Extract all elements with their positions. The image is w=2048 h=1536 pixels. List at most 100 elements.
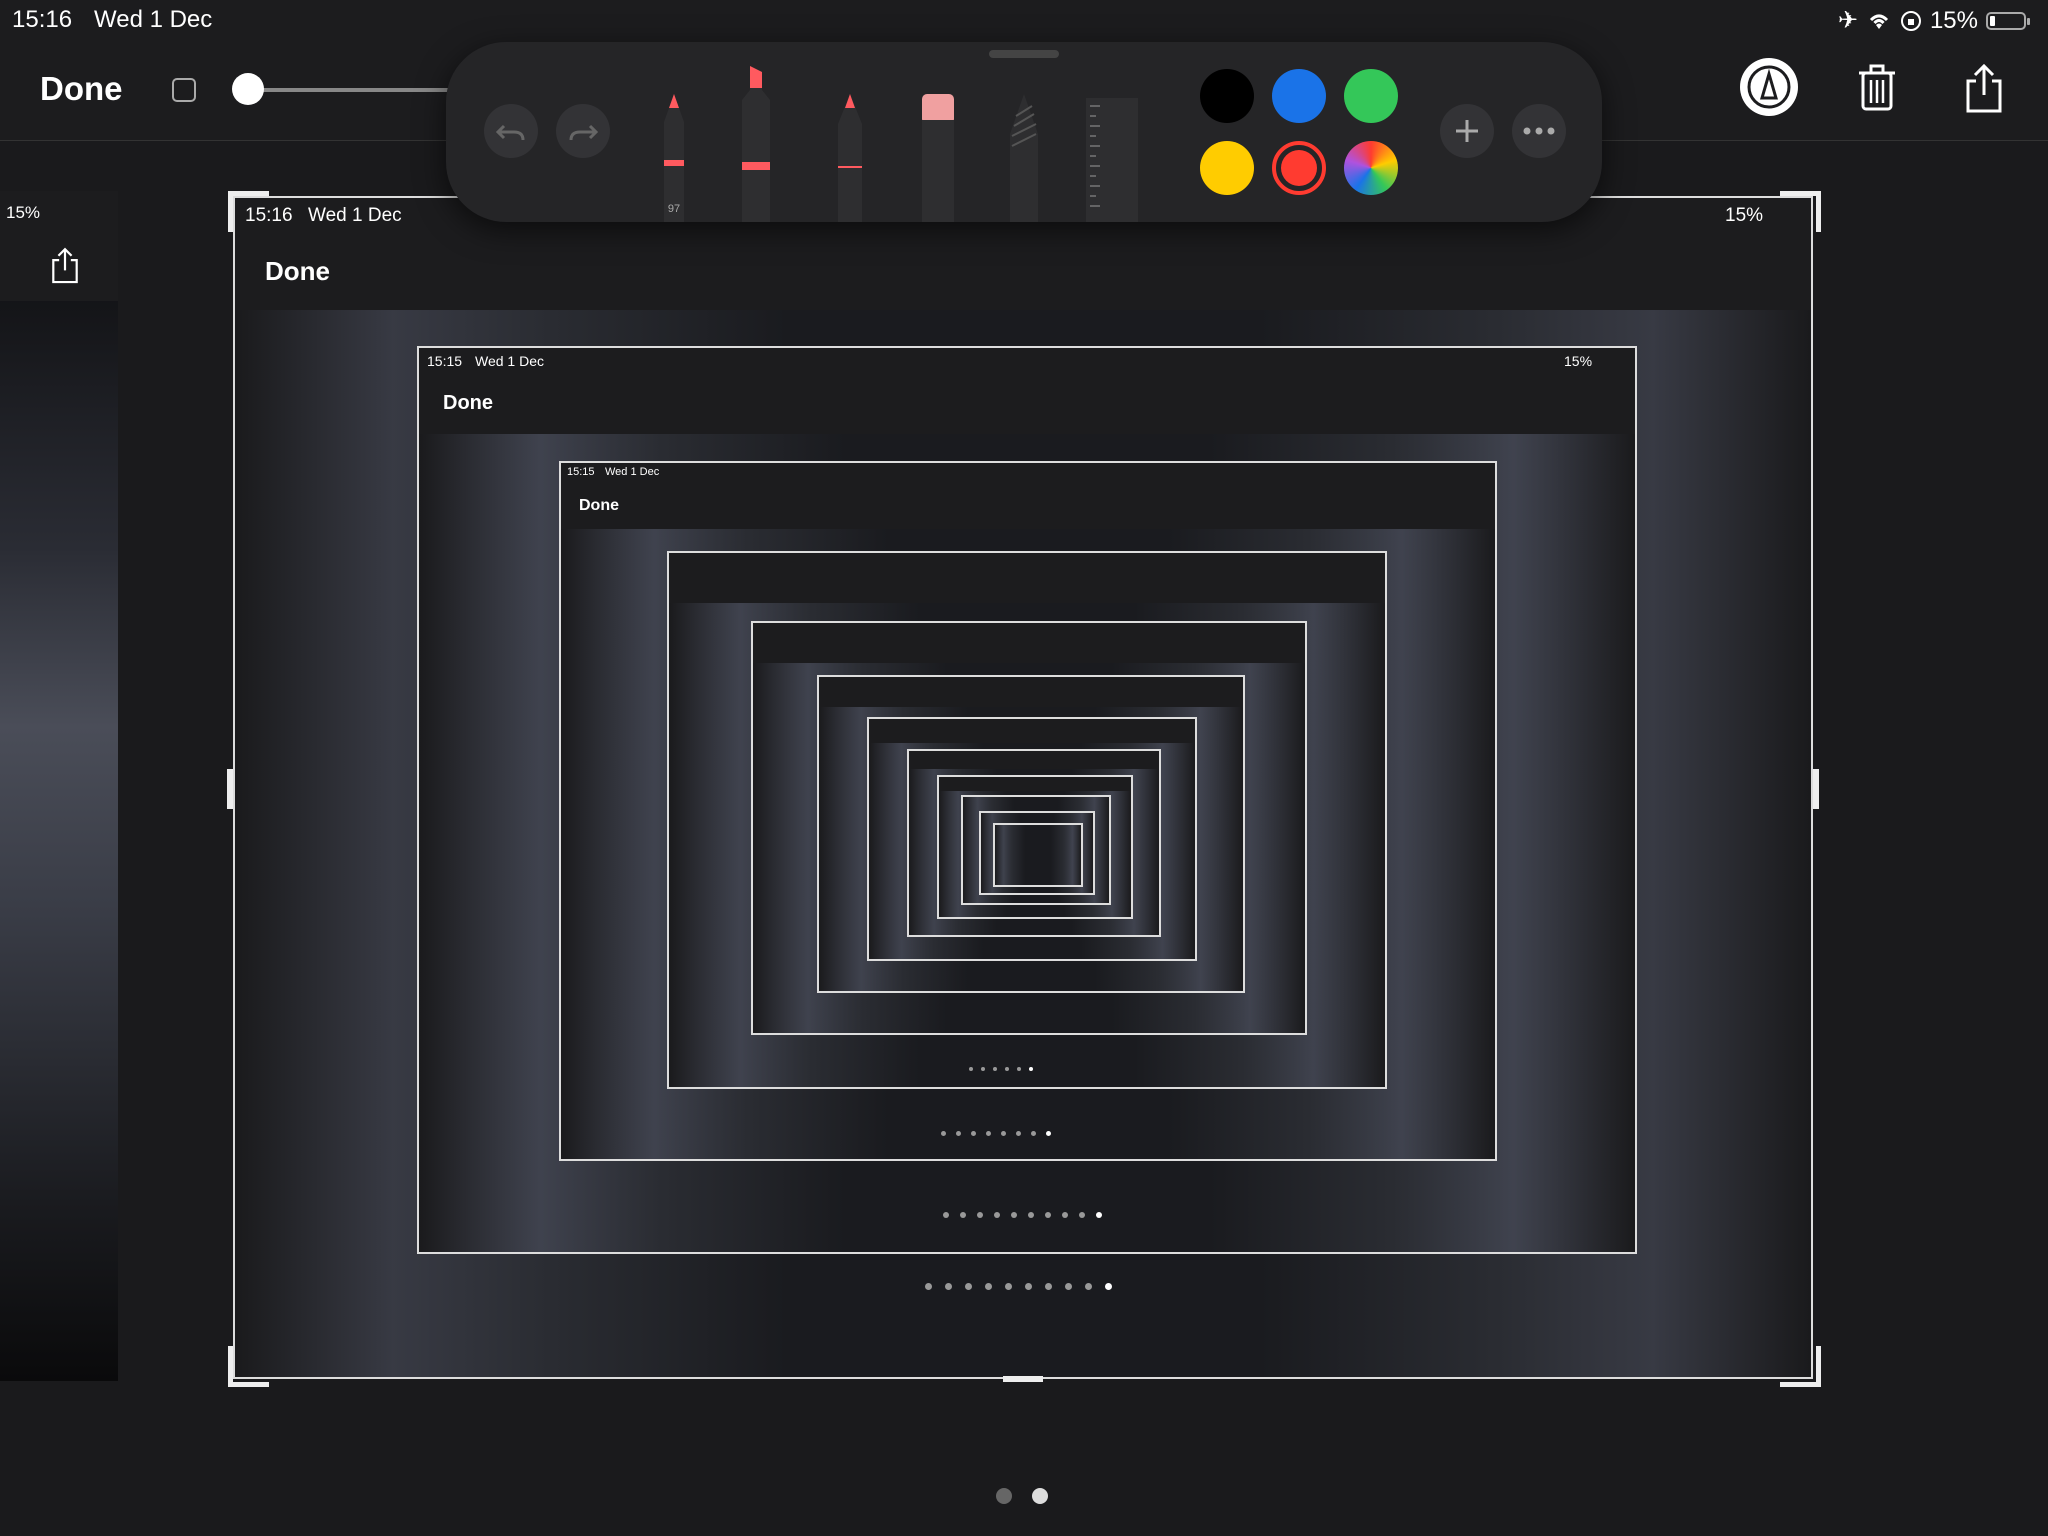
nested-page-dots-1 — [925, 1283, 1112, 1290]
nested-toolbar-5 — [753, 623, 1305, 663]
add-tool-button[interactable] — [1440, 104, 1494, 158]
orientation-lock-icon — [1900, 10, 1921, 31]
page-dot — [1085, 1283, 1092, 1290]
pen-width-label: 97 — [668, 203, 680, 215]
nested-page-dots-2 — [943, 1212, 1102, 1218]
pencil-tool[interactable] — [832, 94, 868, 222]
trash-icon — [1859, 64, 1895, 111]
markup-tool-button[interactable] — [1740, 58, 1798, 116]
undo-button[interactable] — [484, 104, 538, 158]
nested-done: Done — [443, 392, 493, 414]
page-dot — [986, 1131, 991, 1136]
page-dot — [945, 1283, 952, 1290]
page-dot — [943, 1212, 949, 1218]
page-dot — [1017, 1067, 1021, 1071]
status-time: 15:16 — [12, 6, 73, 33]
page-dot-1[interactable] — [996, 1488, 1012, 1504]
page-dot — [960, 1212, 966, 1218]
done-button[interactable]: Done — [40, 70, 123, 108]
color-swatch-blue[interactable] — [1272, 69, 1326, 123]
page-dot — [925, 1283, 932, 1290]
page-dot — [969, 1067, 973, 1071]
nested-toolbar-2: 15:15 Wed 1 Dec 15% Done — [419, 348, 1635, 434]
screenshot-canvas[interactable]: 15% 15:16 Wed 1 Dec 15% Done 15:15 Wed 1… — [0, 141, 2048, 1536]
crop-frame-level-11 — [979, 811, 1095, 895]
crop-frame-level-10 — [961, 795, 1111, 905]
page-dot — [1028, 1212, 1034, 1218]
nested-time: 15:15 — [567, 466, 595, 478]
redo-icon — [569, 124, 598, 141]
status-bar: 15:16 Wed 1 Dec ✈ 15% — [0, 0, 2048, 40]
status-right: ✈ 15% — [1838, 6, 2030, 35]
frame-background — [995, 825, 1081, 885]
nested-date: Wed 1 Dec — [308, 205, 402, 226]
share-button[interactable] — [1962, 62, 2006, 116]
page-dot — [1011, 1212, 1017, 1218]
ruler-tool[interactable] — [1086, 98, 1138, 222]
undo-icon — [496, 124, 525, 141]
nested-page-dots-4 — [969, 1067, 1033, 1071]
page-dot — [1065, 1283, 1072, 1290]
delete-button[interactable] — [1855, 62, 1899, 112]
color-picker-wheel[interactable] — [1344, 141, 1398, 195]
redo-button[interactable] — [556, 104, 610, 158]
ellipsis-icon — [1523, 127, 1555, 135]
page-dot — [971, 1131, 976, 1136]
color-swatch-yellow[interactable] — [1200, 141, 1254, 195]
marker-tool[interactable] — [736, 66, 776, 222]
crop-handle-top-right[interactable] — [1780, 191, 1821, 232]
more-options-button[interactable] — [1512, 104, 1566, 158]
color-swatch-black[interactable] — [1200, 69, 1254, 123]
page-dot — [1046, 1131, 1051, 1136]
page-dot — [1005, 1283, 1012, 1290]
page-dot — [1025, 1283, 1032, 1290]
page-dot — [956, 1131, 961, 1136]
opacity-slider-knob[interactable] — [232, 73, 264, 105]
crop-handle-bottom-left[interactable] — [228, 1346, 269, 1387]
nested-toolbar-7 — [869, 719, 1195, 743]
opacity-toggle[interactable] — [172, 78, 196, 102]
pen-tool[interactable]: 97 — [656, 94, 692, 222]
page-dot — [1105, 1283, 1112, 1290]
page-dot-2-active[interactable] — [1032, 1488, 1048, 1504]
palette-grabber[interactable] — [989, 50, 1059, 58]
nested-done: Done — [265, 256, 330, 286]
nested-time: 15:15 — [427, 353, 463, 369]
page-dot — [965, 1283, 972, 1290]
crop-frame-level-8 — [907, 749, 1161, 937]
nested-toolbar-8 — [909, 751, 1159, 769]
page-dot — [1031, 1131, 1036, 1136]
crop-handle-top-left[interactable] — [228, 191, 269, 232]
page-dot — [1005, 1067, 1009, 1071]
crop-frame-level-1[interactable]: 15:16 Wed 1 Dec 15% Done 15:15 Wed 1 Dec… — [233, 196, 1813, 1379]
crop-handle-bottom-right[interactable] — [1780, 1346, 1821, 1387]
pen-circle-icon — [1747, 65, 1791, 109]
battery-percent: 15% — [1929, 6, 1978, 34]
eraser-icon — [922, 94, 954, 222]
nested-date: Wed 1 Dec — [605, 466, 660, 478]
color-swatch-green[interactable] — [1344, 69, 1398, 123]
page-dot — [994, 1212, 1000, 1218]
page-dot — [1079, 1212, 1085, 1218]
color-swatch-red-selected[interactable] — [1272, 141, 1326, 195]
pen-icon: 97 — [664, 94, 684, 222]
nested-toolbar-3: 15:15 Wed 1 Dec Done — [561, 463, 1495, 529]
opacity-slider-track[interactable] — [248, 88, 458, 92]
crop-handle-left[interactable] — [227, 769, 233, 809]
eraser-tool[interactable] — [920, 94, 956, 222]
page-dot — [1045, 1212, 1051, 1218]
wifi-icon — [1869, 14, 1889, 29]
crop-handle-bottom[interactable] — [1003, 1376, 1043, 1382]
crop-frame-level-7 — [867, 717, 1197, 961]
crop-frame-level-2: 15:15 Wed 1 Dec 15% Done 15:15 Wed 1 Dec… — [417, 346, 1637, 1254]
page-dot — [1001, 1131, 1006, 1136]
crop-frame-level-12 — [993, 823, 1083, 887]
tool-palette[interactable]: 97 — [446, 42, 1602, 222]
crop-handle-right[interactable] — [1813, 769, 1819, 809]
page-dot — [1045, 1283, 1052, 1290]
page-indicator[interactable] — [996, 1488, 1048, 1504]
lasso-tool[interactable] — [1006, 94, 1042, 222]
nested-toolbar-6 — [819, 677, 1243, 707]
page-dot — [985, 1283, 992, 1290]
lasso-icon — [1010, 94, 1038, 222]
